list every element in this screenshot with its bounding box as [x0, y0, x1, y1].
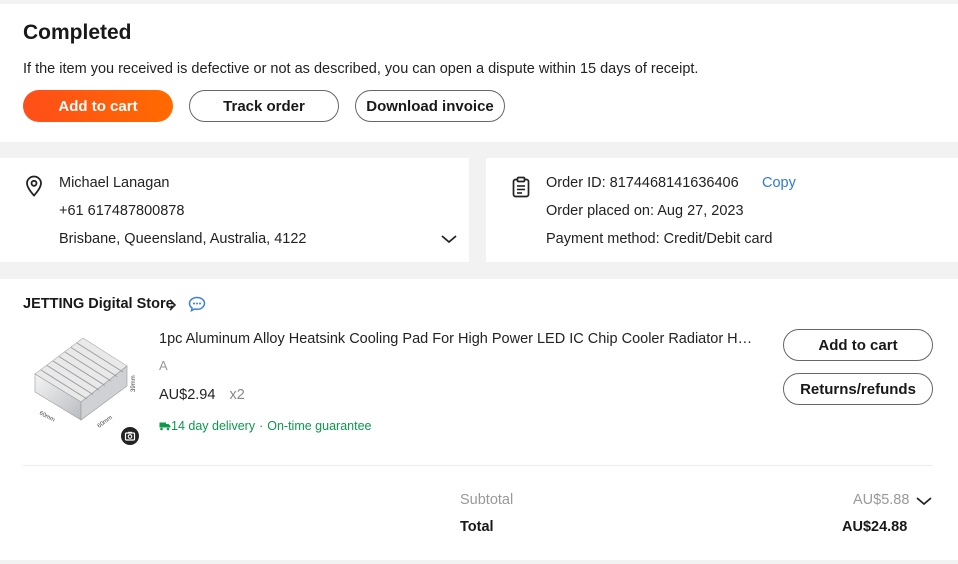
item-add-to-cart-button[interactable]: Add to cart — [783, 329, 933, 361]
chevron-down-icon[interactable] — [440, 232, 458, 250]
returns-refunds-button[interactable]: Returns/refunds — [783, 373, 933, 405]
product-price: AU$2.94 — [159, 387, 216, 403]
status-title: Completed — [23, 21, 132, 44]
recipient-address: Brisbane, Queensland, Australia, 4122 — [59, 231, 307, 247]
add-to-cart-button[interactable]: Add to cart — [23, 90, 173, 122]
store-order-card — [0, 279, 958, 560]
copy-order-id-link[interactable]: Copy — [762, 175, 796, 191]
on-time-guarantee: On-time guarantee — [267, 419, 372, 433]
order-id: Order ID: 8174468141636406 — [546, 175, 739, 191]
truck-icon — [159, 420, 171, 434]
recipient-name: Michael Lanagan — [59, 175, 170, 191]
chevron-right-icon[interactable] — [168, 298, 178, 317]
chat-icon[interactable] — [188, 296, 206, 317]
chevron-down-icon[interactable] — [915, 494, 933, 512]
track-order-button[interactable]: Track order — [189, 90, 339, 122]
delivery-time: 14 day delivery — [171, 419, 256, 433]
dim-depth-label: 60mm — [97, 415, 114, 430]
product-quantity: x2 — [229, 387, 245, 403]
product-title-link[interactable]: 1pc Aluminum Alloy Heatsink Cooling Pad … — [159, 331, 759, 347]
dispute-notice: If the item you received is defective or… — [23, 61, 699, 77]
payment-method: Payment method: Credit/Debit card — [546, 231, 773, 247]
dim-side-label: 39mm — [131, 375, 137, 392]
recipient-phone: +61 617487800878 — [59, 203, 185, 219]
download-invoice-button[interactable]: Download invoice — [355, 90, 505, 122]
total-label: Total — [460, 519, 494, 535]
location-pin-icon — [24, 175, 44, 202]
camera-icon[interactable] — [121, 427, 139, 445]
divider — [23, 465, 933, 466]
clipboard-icon — [511, 176, 531, 203]
store-name-link[interactable]: JETTING Digital Store — [23, 296, 174, 312]
total-value: AU$24.88 — [842, 519, 908, 535]
dim-front-label: 60mm — [38, 410, 56, 423]
order-placed-date: Order placed on: Aug 27, 2023 — [546, 203, 744, 219]
product-variant: A — [159, 358, 168, 373]
subtotal-label: Subtotal — [460, 492, 514, 508]
subtotal-value: AU$5.88 — [853, 492, 910, 508]
